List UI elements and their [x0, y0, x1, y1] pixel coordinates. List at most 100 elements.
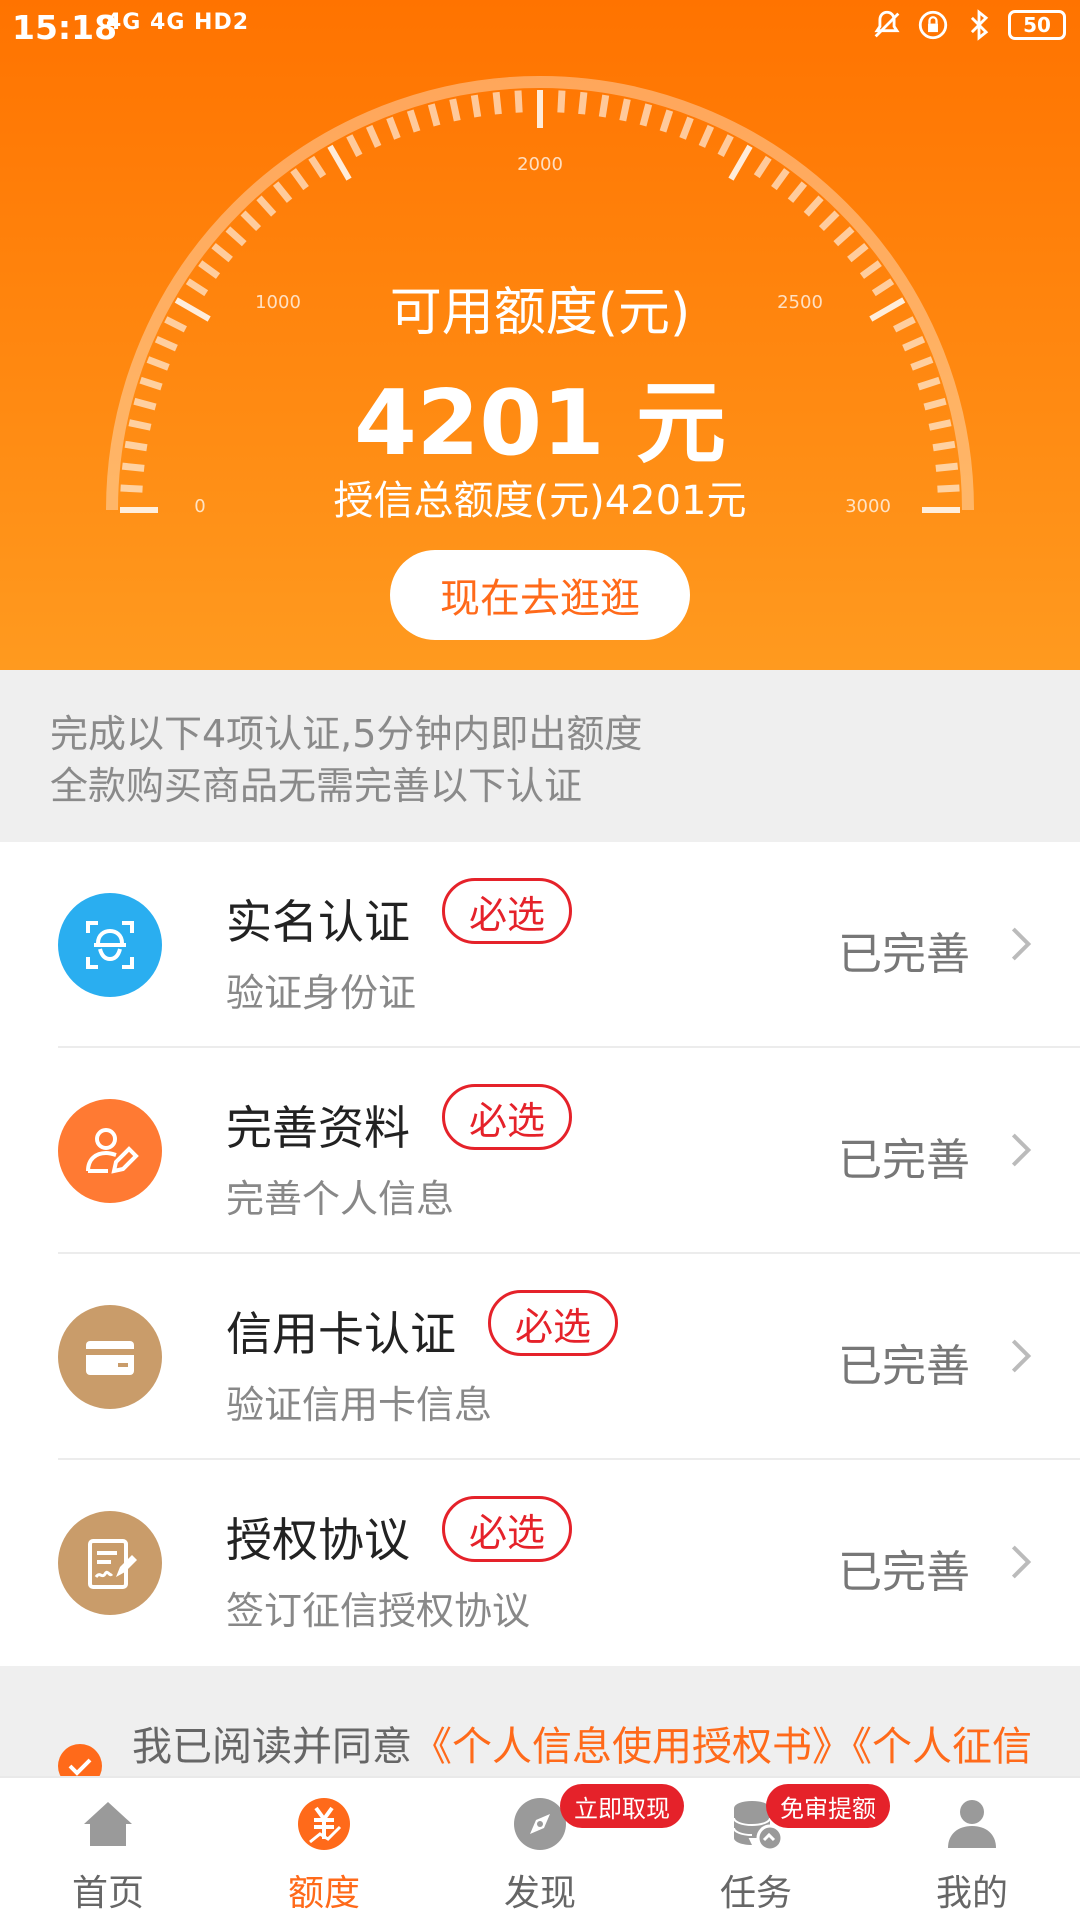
- chevron-right-icon: [1011, 1133, 1032, 1167]
- contract-sign-icon: [58, 1511, 162, 1615]
- gauge-tick: [717, 134, 734, 157]
- profile-icon: [948, 1800, 996, 1848]
- gauge-tick: [753, 155, 772, 179]
- gauge-tick: [225, 226, 247, 247]
- gauge-tick: [698, 124, 715, 148]
- agreement-bar: 我已阅读并同意《个人信息使用授权书》《个人征信: [0, 1666, 1080, 1786]
- row-subtitle: 完善个人信息: [226, 1177, 455, 1221]
- gauge-tick: [365, 124, 382, 148]
- quota-icon: [298, 1798, 350, 1850]
- notice-line-1: 完成以下4项认证,5分钟内即出额度: [50, 712, 643, 756]
- bluetooth-icon: [970, 9, 989, 41]
- row-status: 已完善: [838, 929, 970, 980]
- gauge-tick: [803, 195, 824, 217]
- chevron-right-icon: [1011, 927, 1032, 961]
- row-title: 实名认证: [226, 895, 410, 949]
- gauge-tick: [639, 103, 653, 127]
- agreement-link-credit[interactable]: 《个人征信: [852, 1724, 1032, 1770]
- gauge-tick: [619, 98, 631, 122]
- row-status: 已完善: [838, 1547, 970, 1598]
- row-title: 授权协议: [226, 1513, 410, 1567]
- agreement-prefix: 我已阅读并同意: [132, 1724, 412, 1770]
- lock-rotation-icon: [918, 10, 948, 40]
- notice-line-2: 全款购买商品无需完善以下认证: [50, 764, 583, 808]
- nav-item-me[interactable]: 我的: [864, 1778, 1080, 1920]
- required-badge: 必选: [442, 1084, 573, 1150]
- gauge-tick: [427, 103, 441, 127]
- gauge-tick: [818, 210, 840, 232]
- profile-edit-icon: [58, 1099, 162, 1203]
- gauge-tick: [847, 242, 869, 263]
- battery-icon: 50: [1008, 10, 1066, 40]
- quota-label: 可用额度(元): [389, 283, 691, 343]
- gauge-tick: [449, 98, 461, 122]
- gauge-tick: [386, 116, 401, 140]
- gauge-tick: [406, 109, 421, 133]
- status-bar: 15:18 4G 4G HD2 50: [0, 0, 1080, 56]
- gauge-tick: [346, 134, 363, 157]
- verification-list: 实名认证 必选 验证身份证 已完善 完善资料 必选 完善个人信息 已完善 信用卡…: [0, 842, 1080, 1666]
- gauge-tick: [211, 242, 233, 263]
- gauge-tick: [470, 94, 482, 118]
- nav-label: 任务: [719, 1873, 792, 1914]
- gauge-tick: [240, 210, 262, 232]
- gauge-tick: [598, 94, 610, 118]
- row-status: 已完善: [838, 1135, 970, 1186]
- gauge-tick: [272, 181, 293, 203]
- gauge-tick-label-2000: 2000: [517, 154, 563, 175]
- nav-label: 我的: [935, 1873, 1008, 1914]
- gauge-tick: [679, 116, 694, 140]
- row-subtitle: 验证身份证: [226, 971, 417, 1015]
- gauge-tick: [659, 109, 674, 133]
- nav-label: 额度: [287, 1873, 360, 1914]
- row-title: 信用卡认证: [226, 1307, 456, 1361]
- verification-notice: 完成以下4项认证,5分钟内即出额度 全款购买商品无需完善以下认证: [0, 670, 1080, 842]
- home-icon: [84, 1802, 132, 1846]
- gauge-tick: [256, 195, 277, 217]
- gauge-tick: [557, 90, 566, 113]
- list-item-real-name[interactable]: 实名认证 必选 验证身份证 已完善: [58, 842, 1080, 1048]
- quota-header: 0 1000 2000 2500 3000 15:18 4G 4G HD2 50…: [0, 0, 1080, 670]
- row-subtitle: 签订征信授权协议: [226, 1589, 531, 1633]
- nav-item-home[interactable]: 首页: [0, 1778, 216, 1920]
- list-item-profile[interactable]: 完善资料 必选 完善个人信息 已完善: [58, 1048, 1080, 1254]
- nav-item-quota[interactable]: 额度: [216, 1778, 432, 1920]
- face-scan-icon: [58, 893, 162, 997]
- gauge-tick: [492, 91, 502, 115]
- status-time: 15:18: [12, 8, 118, 47]
- required-badge: 必选: [442, 1496, 573, 1562]
- gauge-tick: [290, 168, 309, 191]
- agreement-text: 我已阅读并同意《个人信息使用授权书》《个人征信: [132, 1714, 1032, 1772]
- quota-value: 4201 元: [354, 371, 726, 476]
- gauge-tick: [728, 144, 753, 181]
- gauge-tick: [787, 181, 808, 203]
- chevron-right-icon: [1011, 1545, 1032, 1579]
- gauge-tick: [771, 168, 790, 191]
- total-quota-text: 授信总额度(元)4201元: [333, 478, 747, 524]
- nav-item-discover[interactable]: 发现 立即取现: [432, 1778, 684, 1920]
- required-badge: 必选: [442, 878, 573, 944]
- bell-off-icon: [874, 10, 900, 38]
- credit-card-icon: [58, 1305, 162, 1409]
- chevron-right-icon: [1011, 1339, 1032, 1373]
- agreement-link-personal-info[interactable]: 《个人信息使用授权书》: [412, 1724, 852, 1770]
- battery-level: 50: [1023, 13, 1051, 37]
- nav-label: 发现: [503, 1873, 576, 1914]
- nav-label: 首页: [71, 1873, 144, 1914]
- bottom-nav: 首页 额度 发现 立即取现 任务 免审提额 我的: [0, 1776, 1080, 1920]
- required-badge: 必选: [488, 1290, 619, 1356]
- gauge-tick: [327, 144, 352, 181]
- gauge-tick: [833, 226, 855, 247]
- row-subtitle: 验证信用卡信息: [226, 1383, 493, 1427]
- network-indicator: 4G 4G HD2: [106, 10, 250, 35]
- go-shopping-button[interactable]: 现在去逛逛: [390, 550, 690, 640]
- gauge-tick: [578, 91, 588, 115]
- gauge-tick: [308, 155, 327, 179]
- list-item-authorization[interactable]: 授权协议 必选 签订征信授权协议 已完善: [58, 1460, 1080, 1666]
- row-status: 已完善: [838, 1341, 970, 1392]
- nav-item-tasks[interactable]: 任务 免审提额: [648, 1778, 890, 1920]
- gauge-tick: [514, 90, 523, 113]
- status-icons: 50: [870, 8, 1066, 42]
- list-item-credit-card[interactable]: 信用卡认证 必选 验证信用卡信息 已完善: [58, 1254, 1080, 1460]
- row-title: 完善资料: [226, 1101, 410, 1155]
